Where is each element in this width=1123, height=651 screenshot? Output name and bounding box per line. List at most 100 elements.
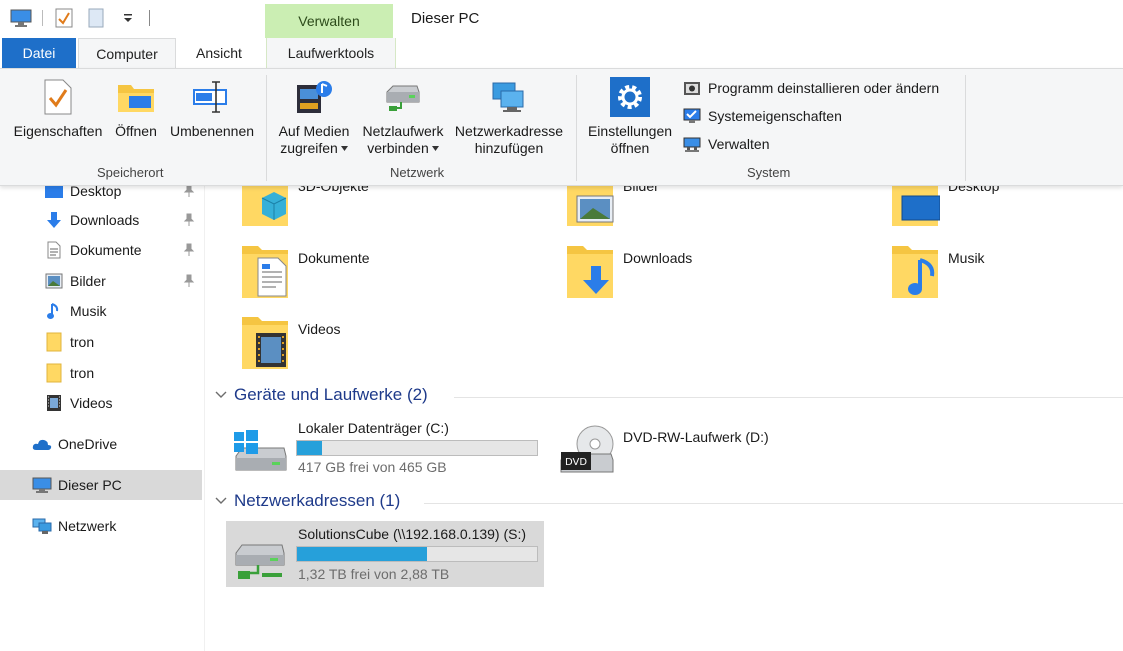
- systemeigenschaften-button[interactable]: Systemeigenschaften: [682, 107, 842, 125]
- computer-icon[interactable]: [10, 8, 32, 28]
- section-divider: [454, 397, 1123, 398]
- folder-label: Downloads: [623, 250, 693, 266]
- music-note-icon: [44, 301, 64, 321]
- dropdown-arrow-icon: [431, 146, 439, 151]
- nav-item-tron-1[interactable]: tron: [0, 327, 202, 357]
- dvd-icon-label: DVD: [565, 457, 587, 468]
- new-folder-icon[interactable]: [85, 8, 107, 28]
- navigation-pane: Desktop Downloads Dokumente Bilder Musik…: [0, 183, 205, 651]
- qat-separator: [149, 10, 150, 26]
- drive-usage-fill: [297, 547, 428, 561]
- drive-free-space: 1,32 TB frei von 2,88 TB: [298, 566, 450, 582]
- section-geraete-und-laufwerke[interactable]: Geräte und Laufwerke (2): [214, 385, 428, 405]
- context-tab-group-header: Verwalten: [265, 4, 393, 38]
- netzwerkadresse-hinzufuegen-button[interactable]: Netzwerkadresse hinzufügen: [452, 69, 566, 157]
- tab-ansicht[interactable]: Ansicht: [180, 38, 258, 68]
- folder-musik[interactable]: Musik: [890, 240, 985, 300]
- auf-medien-label-2: zugreifen: [280, 140, 338, 156]
- netzwerkadresse-label-1: Netzwerkadresse: [454, 123, 564, 139]
- umbenennen-button[interactable]: Umbenennen: [166, 69, 258, 140]
- oeffnen-button[interactable]: Öffnen: [110, 69, 162, 140]
- open-folder-icon: [116, 77, 156, 117]
- properties-icon[interactable]: [53, 8, 75, 28]
- rename-icon: [192, 77, 232, 117]
- verwalten-label: Verwalten: [708, 136, 770, 152]
- netzwerkadresse-label-2: hinzufügen: [474, 140, 544, 156]
- auf-medien-label-1: Auf Medien: [278, 123, 350, 139]
- group-separator: [576, 75, 577, 181]
- nav-item-bilder[interactable]: Bilder: [0, 266, 202, 296]
- folder-icon: [44, 363, 64, 383]
- section-divider: [424, 503, 1123, 504]
- nav-item-netzwerk[interactable]: Netzwerk: [0, 511, 202, 541]
- nav-item-dokumente[interactable]: Dokumente: [0, 235, 202, 265]
- add-network-location-icon: [489, 77, 529, 117]
- tab-datei[interactable]: Datei: [2, 38, 76, 68]
- nav-item-musik[interactable]: Musik: [0, 296, 202, 326]
- tab-computer[interactable]: Computer: [78, 38, 176, 68]
- einstellungen-oeffnen-button[interactable]: Einstellungen öffnen: [582, 69, 678, 157]
- folder-label: Musik: [948, 250, 985, 266]
- documents-folder-icon: [242, 246, 288, 298]
- pin-icon: [183, 274, 195, 287]
- nav-label: Bilder: [70, 273, 106, 289]
- netzlaufwerk-label-2: verbinden: [367, 140, 429, 156]
- nav-item-dieser-pc[interactable]: Dieser PC: [0, 470, 202, 500]
- drive-d[interactable]: DVD DVD-RW-Laufwerk (D:): [555, 416, 815, 476]
- tab-laufwerktools[interactable]: Laufwerktools: [266, 38, 396, 68]
- qat-separator: [42, 10, 43, 26]
- nav-label: tron: [70, 365, 95, 381]
- folder-downloads[interactable]: Downloads: [565, 240, 692, 300]
- drive-name: DVD-RW-Laufwerk (D:): [623, 429, 769, 445]
- title-bar: [0, 0, 1123, 38]
- nav-item-onedrive[interactable]: OneDrive: [0, 429, 202, 459]
- folder-label: Videos: [298, 321, 341, 337]
- nav-item-videos[interactable]: Videos: [0, 388, 202, 418]
- group-separator: [965, 75, 966, 181]
- systemeigenschaften-label: Systemeigenschaften: [708, 108, 842, 124]
- videos-folder-icon: [242, 317, 288, 369]
- verwalten-button[interactable]: Verwalten: [682, 135, 769, 153]
- computer-management-icon: [682, 135, 702, 153]
- media-access-icon: [294, 77, 334, 117]
- section-netzwerkadressen[interactable]: Netzwerkadressen (1): [214, 491, 400, 511]
- folder-videos[interactable]: Videos: [240, 311, 341, 371]
- nav-label: Dieser PC: [58, 477, 122, 493]
- einstellungen-label-1: Einstellungen: [587, 123, 673, 139]
- chevron-down-icon: [215, 391, 227, 398]
- drive-c[interactable]: Lokaler Datenträger (C:) 417 GB frei von…: [230, 416, 550, 476]
- eigenschaften-label: Eigenschaften: [13, 123, 103, 139]
- nav-label: Videos: [70, 395, 113, 411]
- folder-dokumente[interactable]: Dokumente: [240, 240, 370, 300]
- group-separator: [266, 75, 267, 181]
- group-label-speicherort: Speicherort: [97, 165, 164, 180]
- netzlaufwerk-label-1: Netzlaufwerk: [362, 123, 444, 139]
- network-drive-s[interactable]: SolutionsCube (\\192.168.0.139) (S:) 1,3…: [226, 521, 544, 587]
- oeffnen-label: Öffnen: [115, 123, 157, 139]
- netzlaufwerk-verbinden-button[interactable]: Netzlaufwerk verbinden: [358, 69, 448, 157]
- drive-name: SolutionsCube (\\192.168.0.139) (S:): [298, 526, 527, 542]
- section-title: Netzwerkadressen (1): [234, 491, 401, 510]
- video-film-icon: [44, 393, 64, 413]
- quick-access-toolbar: [10, 8, 150, 28]
- programm-deinstallieren-button[interactable]: Programm deinstallieren oder ändern: [682, 79, 939, 97]
- folder-label: Dokumente: [298, 250, 370, 266]
- pictures-icon: [44, 271, 64, 291]
- network-drive-icon: [235, 544, 285, 579]
- chevron-down-icon: [215, 497, 227, 504]
- nav-label: tron: [70, 334, 95, 350]
- eigenschaften-button[interactable]: Eigenschaften: [10, 69, 106, 140]
- nav-item-downloads[interactable]: Downloads: [0, 205, 202, 235]
- auf-medien-zugreifen-button[interactable]: Auf Medien zugreifen: [272, 69, 356, 157]
- network-icon: [32, 516, 52, 536]
- document-icon: [44, 240, 64, 260]
- nav-item-tron-2[interactable]: tron: [0, 358, 202, 388]
- drive-usage-fill: [297, 441, 322, 455]
- ribbon: Eigenschaften Öffnen Umbenennen Speicher…: [0, 68, 1123, 186]
- map-network-drive-icon: [383, 77, 423, 117]
- onedrive-cloud-icon: [32, 434, 52, 454]
- nav-label: Musik: [70, 303, 107, 319]
- umbenennen-label: Umbenennen: [169, 123, 255, 139]
- uninstall-program-icon: [682, 79, 702, 97]
- customize-qat-icon[interactable]: [117, 8, 139, 28]
